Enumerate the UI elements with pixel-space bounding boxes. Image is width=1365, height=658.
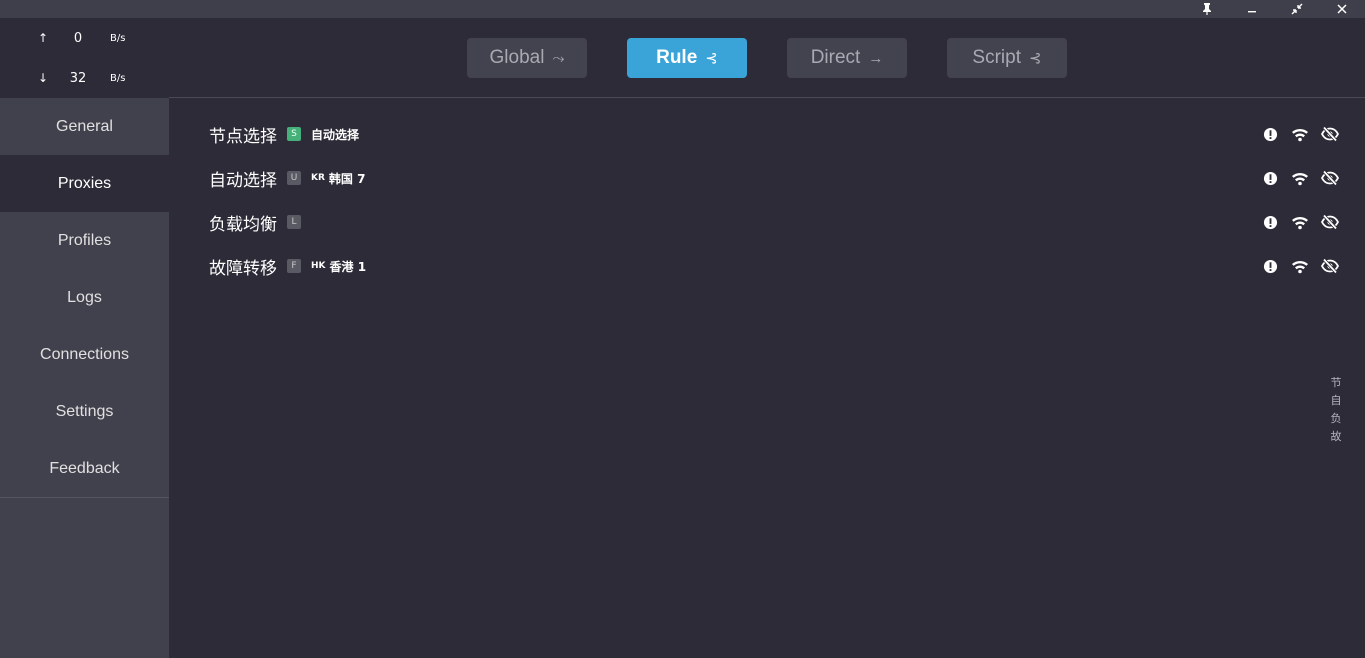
mode-label: Script: [972, 47, 1021, 68]
proxy-group-name: 节点选择: [209, 126, 277, 147]
title-bar: [0, 0, 1365, 18]
shuffle-icon: ⤳: [552, 49, 565, 67]
sidebar-item-feedback[interactable]: Feedback: [0, 440, 169, 497]
eye-off-icon[interactable]: [1321, 125, 1339, 143]
proxy-group-name: 故障转移: [209, 258, 277, 279]
download-value: 32: [69, 70, 87, 86]
country-code: KR: [311, 173, 325, 183]
upload-value: 0: [73, 30, 83, 46]
sidebar-item-general[interactable]: General: [0, 98, 169, 155]
mode-label: Rule: [656, 47, 698, 68]
mode-label: Global: [489, 47, 545, 68]
sidebar-item-profiles[interactable]: Profiles: [0, 212, 169, 269]
upload-speed: ↑ 0 B/s: [0, 28, 169, 48]
proxy-group-row[interactable]: 节点选择 S 自动选择: [209, 112, 1339, 156]
current-proxy: KR 韩国 7: [311, 170, 365, 187]
mode-direct-button[interactable]: Direct →: [787, 38, 907, 78]
restore-icon[interactable]: [1282, 0, 1312, 18]
wifi-latency-icon[interactable]: [1291, 213, 1309, 231]
group-quick-index: 节 自 负 故: [1329, 374, 1343, 446]
quick-index-item[interactable]: 自: [1331, 392, 1342, 410]
download-arrow-icon: ↓: [38, 71, 49, 85]
sidebar-item-label: General: [56, 117, 113, 135]
info-icon[interactable]: [1261, 257, 1279, 275]
proxy-group-list: 节点选择 S 自动选择 自动选择 U KR 韩国 7 负载均衡 L 故障转移 F…: [209, 112, 1339, 288]
download-unit: B/s: [110, 72, 126, 84]
eye-off-icon[interactable]: [1321, 257, 1339, 275]
wifi-latency-icon[interactable]: [1291, 169, 1309, 187]
current-proxy-name: 韩国 7: [328, 171, 366, 186]
group-type-badge: S: [287, 127, 301, 141]
group-type-badge: L: [287, 215, 301, 229]
minimize-icon[interactable]: [1237, 0, 1267, 18]
country-code: HK: [311, 261, 326, 271]
mode-rule-button[interactable]: Rule ⊰: [627, 38, 747, 78]
current-proxy: HK 香港 1: [311, 258, 366, 275]
proxy-group-row[interactable]: 负载均衡 L: [209, 200, 1339, 244]
eye-off-icon[interactable]: [1321, 213, 1339, 231]
traffic-panel: ↑ 0 B/s ↓ 32 B/s: [0, 18, 169, 98]
proxy-group-name: 自动选择: [209, 170, 277, 191]
proxies-panel: Global ⤳ Rule ⊰ Direct → Script ⊰ 节点选择 S…: [169, 18, 1365, 658]
proxy-group-row[interactable]: 故障转移 F HK 香港 1: [209, 244, 1339, 288]
branch-icon: ⊰: [705, 50, 718, 67]
wifi-latency-icon[interactable]: [1291, 125, 1309, 143]
branch-icon: ⊰: [1029, 50, 1042, 67]
info-icon[interactable]: [1261, 125, 1279, 143]
sidebar-nav: General Proxies Profiles Logs Connection…: [0, 98, 169, 497]
sidebar-item-connections[interactable]: Connections: [0, 326, 169, 383]
group-type-badge: U: [287, 171, 301, 185]
sidebar-item-label: Logs: [67, 288, 102, 306]
group-actions: [1261, 200, 1339, 244]
quick-index-item[interactable]: 节: [1331, 374, 1342, 392]
quick-index-item[interactable]: 负: [1331, 410, 1342, 428]
proxy-group-row[interactable]: 自动选择 U KR 韩国 7: [209, 156, 1339, 200]
group-actions: [1261, 112, 1339, 156]
quick-index-item[interactable]: 故: [1331, 428, 1342, 446]
info-icon[interactable]: [1261, 169, 1279, 187]
group-type-badge: F: [287, 259, 301, 273]
sidebar-item-settings[interactable]: Settings: [0, 383, 169, 440]
sidebar-item-label: Proxies: [57, 174, 112, 192]
current-proxy-name: 自动选择: [311, 127, 360, 142]
group-actions: [1261, 156, 1339, 200]
close-icon[interactable]: [1327, 0, 1357, 18]
sidebar-item-proxies[interactable]: Proxies: [0, 155, 169, 212]
sidebar-item-label: Feedback: [49, 459, 120, 477]
sidebar-divider: [0, 497, 169, 498]
group-actions: [1261, 244, 1339, 288]
sidebar-item-label: Connections: [40, 345, 129, 363]
info-icon[interactable]: [1261, 213, 1279, 231]
proxy-group-name: 负载均衡: [209, 214, 277, 235]
sidebar-item-logs[interactable]: Logs: [0, 269, 169, 326]
upload-unit: B/s: [110, 32, 126, 44]
sidebar-item-label: Profiles: [57, 231, 112, 249]
mode-switcher: Global ⤳ Rule ⊰ Direct → Script ⊰: [169, 18, 1365, 98]
sidebar: ↑ 0 B/s ↓ 32 B/s General Proxies Profile…: [0, 18, 169, 658]
arrow-right-icon: →: [868, 49, 884, 67]
pin-icon[interactable]: [1192, 0, 1222, 18]
mode-global-button[interactable]: Global ⤳: [467, 38, 587, 78]
wifi-latency-icon[interactable]: [1291, 257, 1309, 275]
download-speed: ↓ 32 B/s: [0, 68, 169, 88]
eye-off-icon[interactable]: [1321, 169, 1339, 187]
mode-script-button[interactable]: Script ⊰: [947, 38, 1067, 78]
sidebar-item-label: Settings: [55, 402, 114, 420]
mode-label: Direct: [810, 47, 861, 68]
current-proxy-name: 香港 1: [329, 259, 367, 274]
current-proxy: 自动选择: [311, 126, 359, 143]
upload-arrow-icon: ↑: [38, 31, 49, 45]
